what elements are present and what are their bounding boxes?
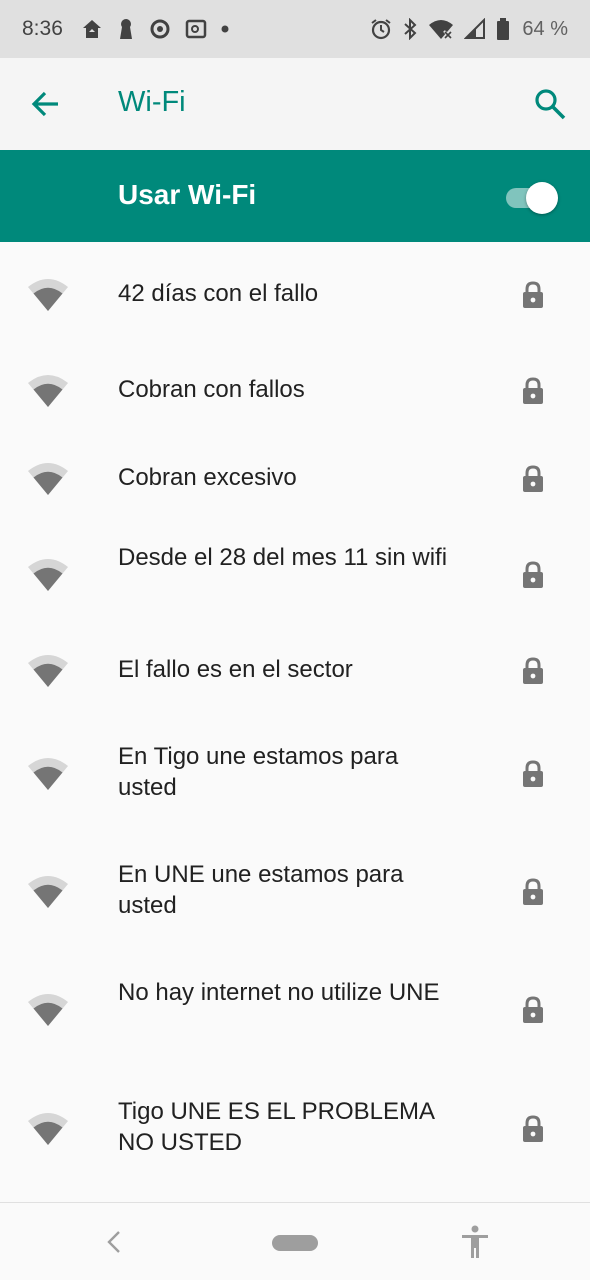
wifi-status-icon	[429, 20, 454, 40]
lock-icon	[523, 996, 543, 1023]
network-name: Cobran excesivo	[118, 463, 297, 491]
dot-icon	[221, 25, 229, 33]
network-name: 42 días con el fallo	[118, 279, 319, 307]
lock-icon	[523, 377, 543, 404]
battery-icon	[497, 18, 510, 40]
network-name: En Tigo une estamos para usted	[118, 743, 399, 801]
cell-signal-icon	[464, 18, 486, 39]
accessibility-icon[interactable]	[460, 1225, 490, 1259]
arrow-back-icon	[31, 91, 58, 117]
use-wifi-label: Usar Wi-Fi	[118, 179, 257, 210]
alarm-icon	[371, 19, 392, 40]
status-time: 8:36	[22, 17, 63, 40]
wifi-signal-icon	[28, 559, 68, 591]
network-item[interactable]: El fallo es en el sector	[0, 627, 590, 715]
wifi-signal-icon	[28, 1113, 68, 1145]
wifi-signal-icon	[28, 463, 68, 495]
battery-percent: 64 %	[522, 17, 568, 40]
wifi-signal-icon	[28, 375, 68, 407]
navigation-bar	[0, 1202, 590, 1280]
lock-icon	[523, 760, 543, 787]
network-item[interactable]: Tigo UNE ES EL PROBLEMA NO USTED	[0, 1069, 590, 1189]
network-item[interactable]: No hay internet no utilize UNE	[0, 951, 590, 1069]
bluetooth-icon	[404, 18, 417, 40]
nav-back-icon[interactable]	[104, 1229, 124, 1255]
nav-home-pill[interactable]	[272, 1235, 318, 1251]
network-name: Tigo UNE ES EL PROBLEMA NO USTED	[118, 1098, 434, 1156]
keyhole-icon	[119, 19, 132, 39]
wifi-signal-icon	[28, 994, 68, 1026]
wifi-toggle[interactable]	[504, 180, 560, 214]
back-button[interactable]	[28, 86, 64, 122]
wifi-signal-icon	[28, 279, 68, 311]
network-item[interactable]: Cobran excesivo	[0, 435, 590, 523]
network-item[interactable]: 42 días con el fallo	[0, 243, 590, 347]
network-item[interactable]: En Tigo une estamos para usted	[0, 715, 590, 833]
notification-icons	[81, 18, 229, 40]
wifi-signal-icon	[28, 758, 68, 790]
lock-icon	[523, 1115, 543, 1142]
network-item[interactable]: Cobran con fallos	[0, 347, 590, 435]
lock-icon	[523, 561, 543, 588]
sync-icon	[150, 19, 170, 39]
search-icon	[535, 89, 566, 120]
wifi-signal-icon	[28, 876, 68, 908]
network-item[interactable]: Desde el 28 del mes 11 sin wifi	[0, 523, 590, 627]
lock-icon	[523, 657, 543, 684]
network-item[interactable]: En UNE une estamos para usted	[0, 833, 590, 951]
toggle-thumb	[526, 182, 558, 214]
home-notification-icon	[82, 20, 101, 38]
search-button[interactable]	[532, 86, 568, 122]
page-title: Wi-Fi	[118, 86, 186, 118]
network-name: Desde el 28 del mes 11 sin wifi	[118, 544, 448, 571]
app-bar: Wi-Fi	[0, 58, 590, 150]
safe-icon	[185, 19, 207, 39]
status-bar: 8:36 64 %	[0, 0, 590, 58]
network-name: Cobran con fallos	[118, 375, 305, 403]
system-icons: 64 %	[370, 18, 568, 41]
use-wifi-switch-bar[interactable]: Usar Wi-Fi	[0, 150, 590, 242]
network-name: No hay internet no utilize UNE	[118, 979, 440, 1006]
network-name: El fallo es en el sector	[118, 655, 353, 683]
lock-icon	[523, 281, 543, 308]
wifi-signal-icon	[28, 655, 68, 687]
lock-icon	[523, 465, 543, 492]
network-name: En UNE une estamos para usted	[118, 861, 404, 919]
lock-icon	[523, 878, 543, 905]
